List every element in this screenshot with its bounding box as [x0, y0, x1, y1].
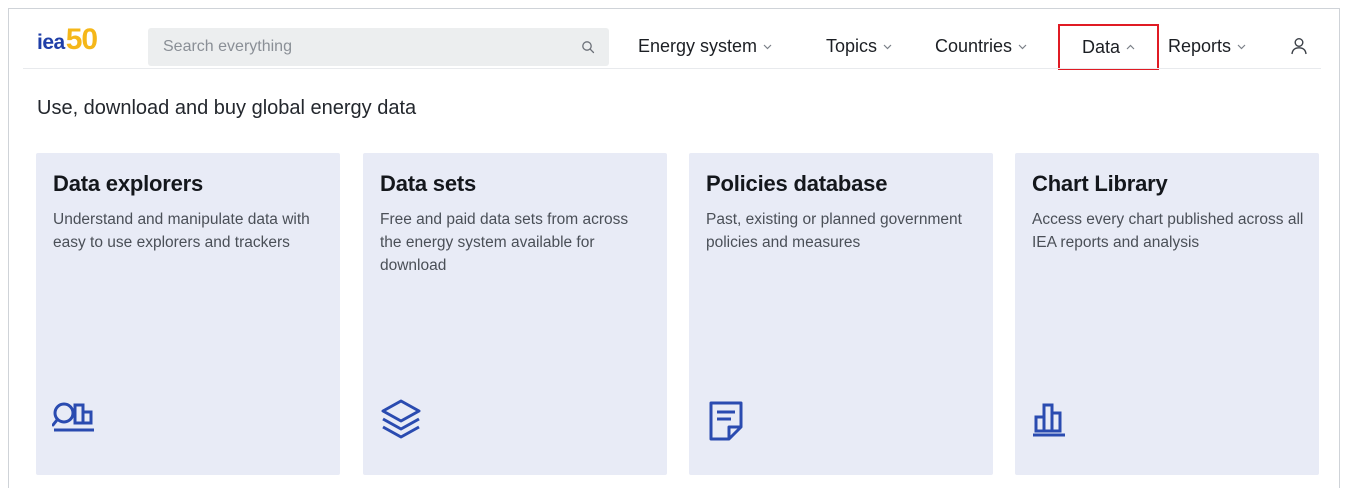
card-description: Past, existing or planned government pol… [706, 211, 962, 251]
chevron-down-icon [763, 44, 772, 49]
card-chart-library[interactable]: Chart Library Access every chart publish… [1015, 153, 1319, 475]
nav-data-label: Data [1081, 36, 1121, 57]
card-title: Chart Library [1032, 171, 1168, 196]
nav-reports-label: Reports [1168, 35, 1232, 56]
card-description: Free and paid data sets from across the … [380, 211, 629, 274]
nav-topics[interactable]: Topics [826, 31, 892, 61]
nav-topics-label: Topics [826, 35, 878, 56]
card-title: Data sets [380, 171, 477, 196]
logo-iea-text: iea [37, 31, 65, 54]
page-frame: iea 50 Energy system Topics Countries [8, 8, 1340, 488]
card-data-explorers[interactable]: Data explorers Understand and manipulate… [36, 153, 340, 475]
site-header: iea 50 Energy system Topics Countries [9, 9, 1339, 70]
search-bar [148, 28, 609, 66]
layers-icon [381, 399, 421, 439]
user-icon[interactable] [1289, 36, 1309, 56]
nav-countries-label: Countries [935, 35, 1013, 56]
card-policies-database[interactable]: Policies database Past, existing or plan… [689, 153, 993, 475]
chevron-up-icon [1126, 44, 1135, 49]
nav-reports[interactable]: Reports [1168, 31, 1246, 61]
card-description: Understand and manipulate data with easy… [53, 211, 310, 251]
search-input[interactable] [148, 37, 565, 57]
chevron-down-icon [883, 44, 892, 49]
search-icon[interactable] [581, 40, 595, 54]
data-explorer-icon [52, 402, 94, 432]
card-title: Policies database [706, 171, 888, 196]
iea-logo[interactable]: iea 50 [37, 23, 98, 57]
card-title: Data explorers [53, 171, 204, 196]
intro-text: Use, download and buy global energy data [37, 97, 417, 119]
card-data-sets[interactable]: Data sets Free and paid data sets from a… [363, 153, 667, 475]
header-divider [23, 68, 1321, 69]
nav-countries[interactable]: Countries [935, 31, 1027, 61]
chevron-down-icon [1237, 44, 1246, 49]
nav-data[interactable]: Data [1058, 24, 1159, 70]
logo-50-text: 50 [65, 23, 98, 56]
document-icon [709, 401, 743, 441]
nav-energy-system-label: Energy system [638, 35, 758, 56]
chevron-down-icon [1018, 44, 1027, 49]
bar-chart-icon [1033, 403, 1065, 437]
nav-energy-system[interactable]: Energy system [638, 31, 772, 61]
card-description: Access every chart published across all … [1032, 211, 1304, 251]
